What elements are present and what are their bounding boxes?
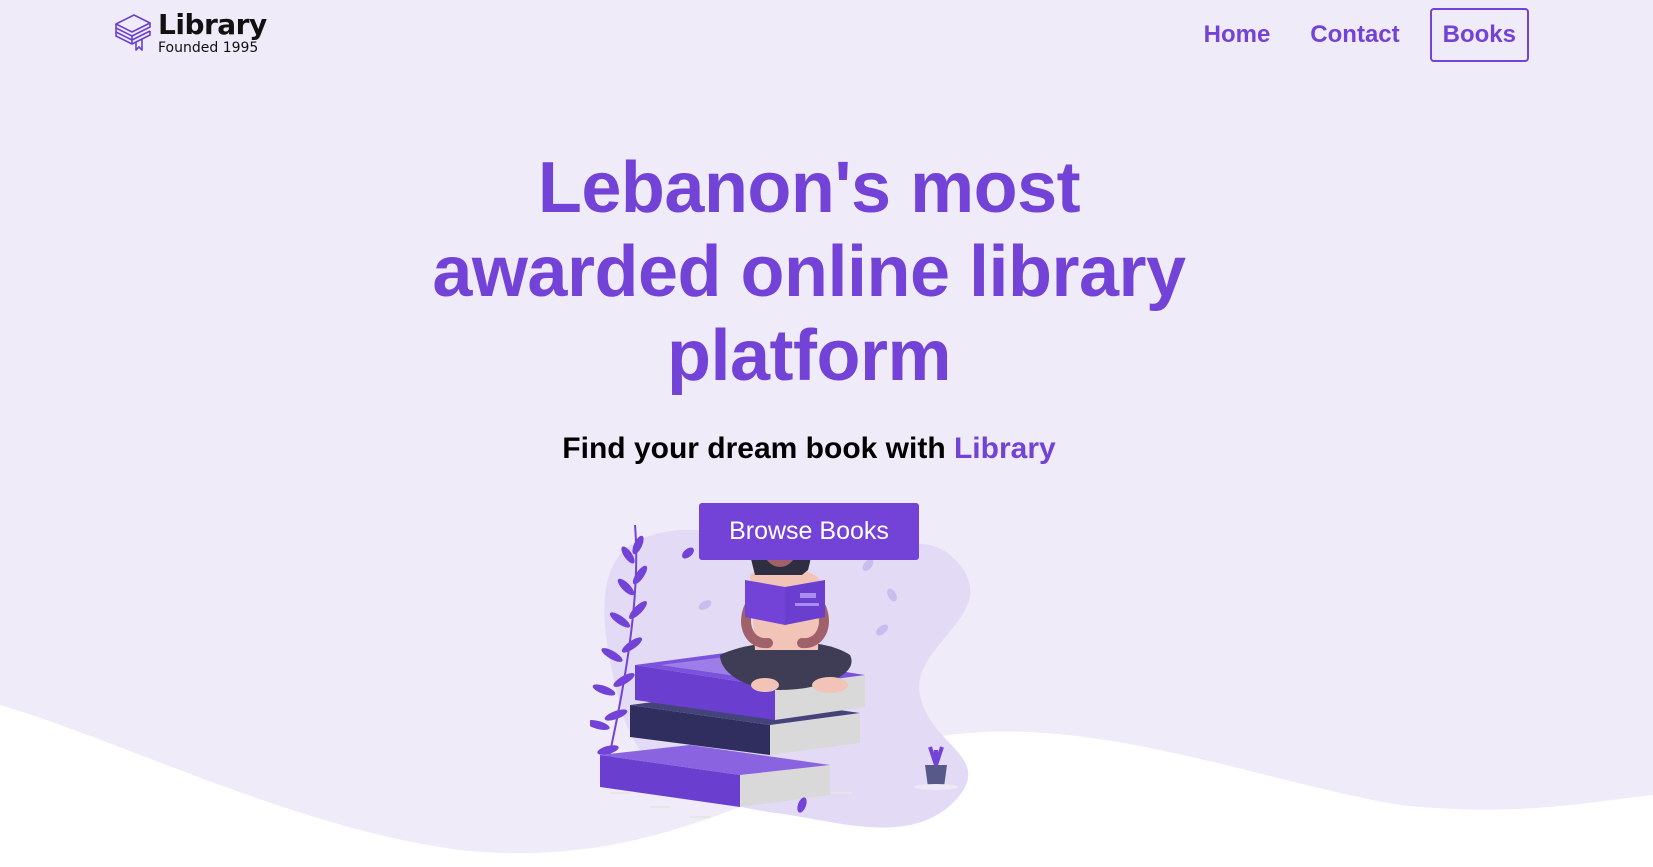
site-header: Library Founded 1995 Home Contact Books (0, 0, 1653, 72)
nav-link-contact[interactable]: Contact (1310, 21, 1399, 49)
brand-subtitle: Founded 1995 (158, 39, 259, 56)
tagline-prefix: Find your dream book with (562, 432, 954, 465)
reading-woman-illustration (590, 525, 971, 828)
tagline-brand: Library (953, 432, 1056, 465)
nav-link-home[interactable]: Home (1204, 21, 1271, 49)
stacked-books-icon (112, 8, 158, 57)
main-nav: Home Contact Books (1164, 8, 1529, 62)
browse-books-button[interactable]: Browse Books (699, 503, 919, 560)
brand-title: Library (158, 7, 267, 41)
brand-logo[interactable]: Library Founded 1995 (112, 8, 267, 57)
nav-link-books[interactable]: Books (1429, 8, 1529, 62)
hero-tagline: Find your dream book with Library (0, 432, 1618, 466)
hero-headline: Lebanon's most awarded online library pl… (432, 148, 1186, 396)
hero-section: Lebanon's most awarded online library pl… (0, 146, 1618, 560)
